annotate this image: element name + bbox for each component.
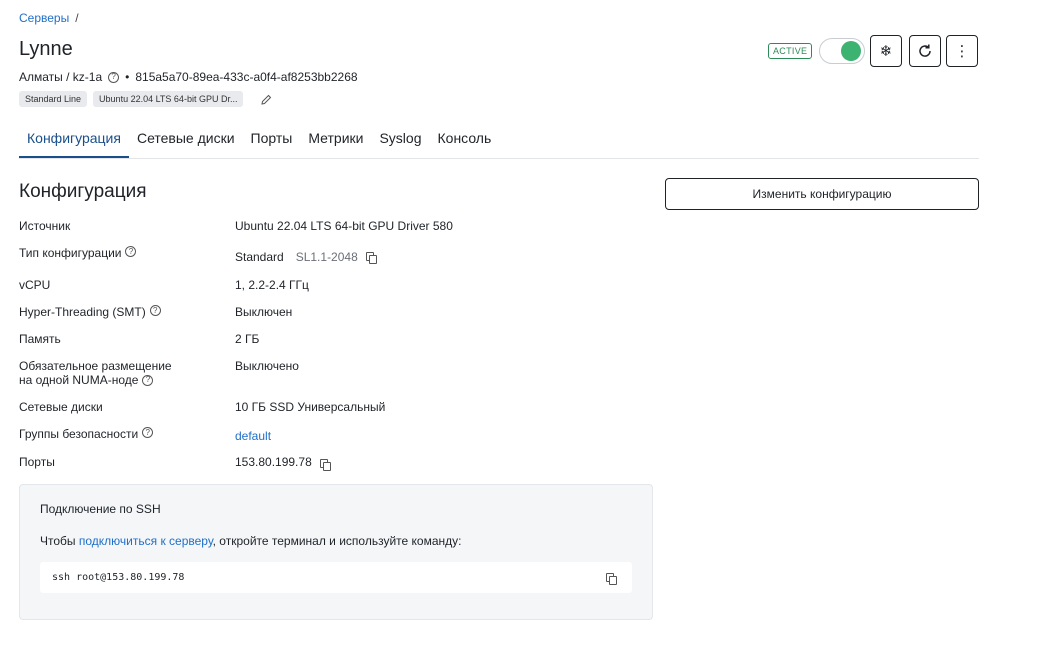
ssh-text-before: Чтобы: [40, 534, 79, 548]
ssh-instructions: Чтобы подключиться к серверу, откройте т…: [40, 534, 461, 548]
tab-configuration[interactable]: Конфигурация: [19, 124, 129, 158]
status-badge: ACTIVE: [768, 43, 813, 59]
tab-network-disks[interactable]: Сетевые диски: [129, 124, 243, 158]
section-title: Конфигурация: [19, 181, 147, 202]
config-row-ports: Порты 153.80.199.78: [19, 455, 649, 471]
breadcrumb: Серверы /: [19, 11, 79, 25]
config-label: vCPU: [19, 278, 51, 292]
tab-metrics[interactable]: Метрики: [300, 124, 371, 158]
tag-image: Ubuntu 22.04 LTS 64-bit GPU Dr...: [93, 91, 244, 107]
ssh-panel: Подключение по SSH Чтобы подключиться к …: [19, 484, 653, 620]
config-label: на одной NUMA-ноде: [19, 373, 139, 387]
ssh-command: ssh root@153.80.199.78: [52, 572, 185, 583]
copy-icon[interactable]: [319, 458, 331, 471]
breadcrumb-separator: /: [75, 11, 79, 25]
snowflake-icon: ❄: [879, 43, 893, 60]
config-label: Сетевые диски: [19, 400, 103, 414]
page-title: Lynne: [19, 38, 73, 60]
server-meta: Алматы / kz-1a ? • 815a5a70-89ea-433c-a0…: [19, 70, 358, 84]
tag-line: Standard Line: [19, 91, 88, 107]
change-configuration-button[interactable]: Изменить конфигурацию: [665, 178, 979, 210]
config-value: Ubuntu 22.04 LTS 64-bit GPU Driver 580: [235, 219, 453, 233]
config-value: 153.80.199.78: [235, 455, 312, 469]
config-value: 10 ГБ SSD Универсальный: [235, 400, 386, 414]
security-group-link[interactable]: default: [235, 429, 271, 443]
server-region: Алматы / kz-1a: [19, 70, 103, 84]
config-row-smt: Hyper-Threading (SMT)? Выключен: [19, 305, 649, 319]
question-circle-icon[interactable]: ?: [108, 71, 120, 83]
toggle-knob: [841, 41, 861, 61]
config-value: 2 ГБ: [235, 332, 260, 346]
question-circle-icon[interactable]: ?: [149, 305, 161, 316]
question-circle-icon[interactable]: ?: [142, 427, 154, 438]
pencil-icon[interactable]: [259, 92, 273, 106]
server-tags: Standard Line Ubuntu 22.04 LTS 64-bit GP…: [19, 91, 273, 107]
ssh-command-box: ssh root@153.80.199.78: [40, 562, 632, 593]
ssh-text-after: , откройте терминал и используйте команд…: [212, 534, 462, 548]
refresh-button[interactable]: [909, 35, 941, 67]
config-code: SL1.1-2048: [295, 250, 358, 264]
ssh-help-link[interactable]: подключиться к серверу: [79, 534, 213, 548]
config-row-numa: Обязательное размещение на одной NUMA-но…: [19, 359, 649, 387]
copy-icon[interactable]: [606, 573, 617, 585]
refresh-icon: [919, 44, 931, 57]
config-row-disks: Сетевые диски 10 ГБ SSD Универсальный: [19, 400, 649, 414]
tab-syslog[interactable]: Syslog: [371, 124, 429, 158]
freeze-button[interactable]: ❄: [870, 35, 902, 67]
config-value: Standard: [235, 250, 284, 264]
config-label: Тип конфигурации: [19, 246, 122, 260]
copy-icon[interactable]: [365, 252, 377, 264]
tab-bar: Конфигурация Сетевые диски Порты Метрики…: [19, 124, 979, 159]
separator-dot: •: [125, 70, 130, 84]
config-row-vcpu: vCPU 1, 2.2-2.4 ГГц: [19, 278, 649, 292]
config-value: Выключено: [235, 359, 299, 373]
config-row-memory: Память 2 ГБ: [19, 332, 649, 346]
breadcrumb-servers-link[interactable]: Серверы: [19, 11, 69, 25]
tab-ports[interactable]: Порты: [243, 124, 301, 158]
tab-console[interactable]: Консоль: [430, 124, 500, 158]
config-row-security-groups: Группы безопасности? default: [19, 427, 649, 443]
config-label: Порты: [19, 455, 55, 469]
more-button[interactable]: ⋮: [946, 35, 978, 67]
ssh-title: Подключение по SSH: [40, 502, 161, 516]
config-value: 1, 2.2-2.4 ГГц: [235, 278, 309, 292]
config-value: Выключен: [235, 305, 293, 319]
config-label: Обязательное размещение: [19, 359, 172, 373]
question-circle-icon[interactable]: ?: [142, 374, 154, 386]
server-uuid: 815a5a70-89ea-433c-a0f4-af8253bb2268: [135, 70, 358, 84]
config-row-type: Тип конфигурации? Standard SL1.1-2048: [19, 246, 649, 264]
kebab-menu-icon: ⋮: [954, 43, 970, 60]
config-label: Источник: [19, 219, 71, 233]
config-label: Группы безопасности: [19, 427, 139, 441]
config-label: Память: [19, 332, 61, 346]
config-label: Hyper-Threading (SMT): [19, 305, 146, 319]
config-row-source: Источник Ubuntu 22.04 LTS 64-bit GPU Dri…: [19, 219, 649, 233]
power-toggle[interactable]: [819, 38, 865, 64]
question-circle-icon[interactable]: ?: [125, 246, 137, 257]
